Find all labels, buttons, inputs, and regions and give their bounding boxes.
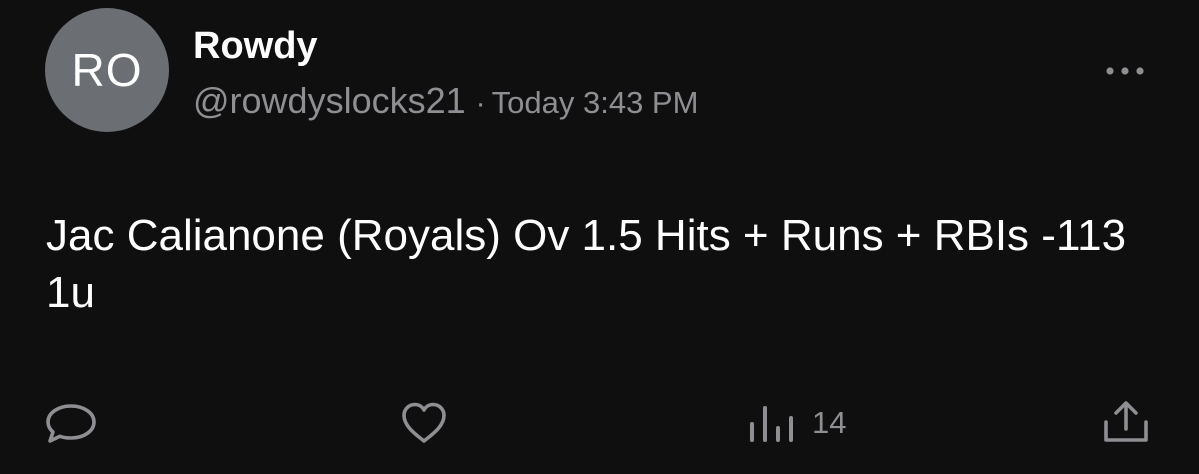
heart-icon — [402, 402, 446, 443]
post-text: Jac Calianone (Royals) Ov 1.5 Hits + Run… — [46, 211, 1127, 317]
share-button[interactable] — [1101, 400, 1151, 446]
action-bar: 14 — [0, 400, 1199, 446]
more-options-button[interactable] — [1100, 56, 1150, 86]
ellipsis-icon — [1106, 67, 1144, 75]
display-name[interactable]: Rowdy — [193, 24, 698, 68]
avatar-initials: RO — [71, 44, 143, 96]
bar-chart-icon — [750, 406, 793, 442]
views-button[interactable]: 14 — [748, 400, 846, 446]
post-timestamp: Today 3:43 PM — [491, 85, 699, 120]
avatar[interactable]: RO — [45, 8, 169, 132]
author-block: Rowdy @rowdyslocks21 · Today 3:43 PM — [193, 24, 698, 125]
post-card: RO Rowdy @rowdyslocks21 · Today 3:43 PM Ja… — [0, 0, 1199, 474]
author-handle[interactable]: @rowdyslocks21 — [193, 80, 466, 121]
meta-line: @rowdyslocks21 · Today 3:43 PM — [193, 80, 698, 125]
reply-button[interactable] — [44, 400, 98, 446]
like-button[interactable] — [400, 400, 448, 446]
share-icon — [1104, 401, 1148, 442]
meta-separator: · — [475, 87, 486, 120]
views-count: 14 — [812, 405, 847, 440]
speech-bubble-icon — [46, 404, 96, 443]
